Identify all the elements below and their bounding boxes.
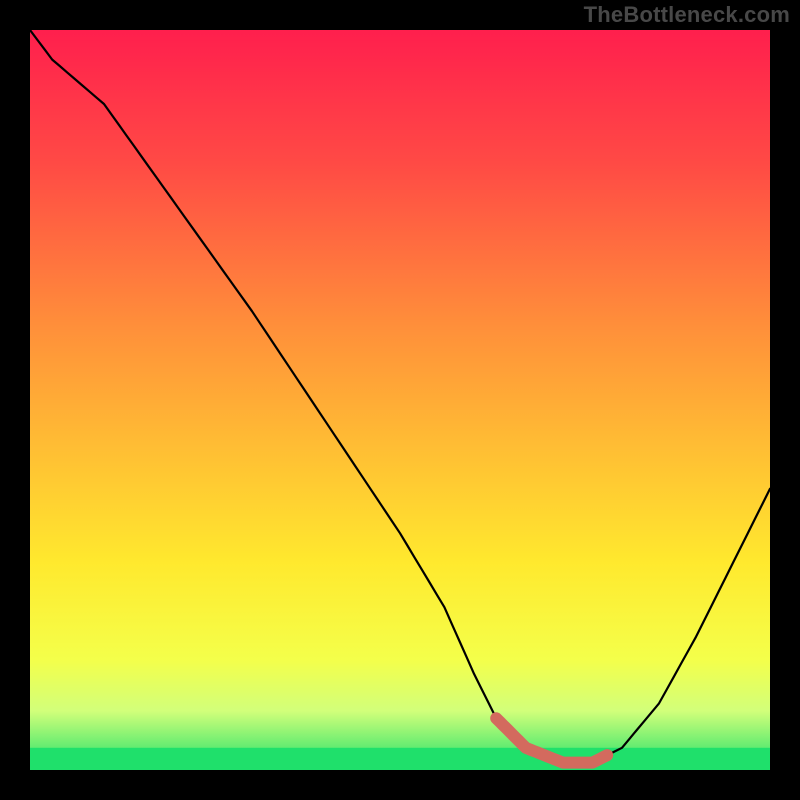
bottleneck-chart [30, 30, 770, 770]
gradient-background [30, 30, 770, 770]
chart-frame: TheBottleneck.com [0, 0, 800, 800]
watermark-text: TheBottleneck.com [584, 2, 790, 28]
green-baseline-band [30, 748, 770, 770]
plot-area [30, 30, 770, 770]
